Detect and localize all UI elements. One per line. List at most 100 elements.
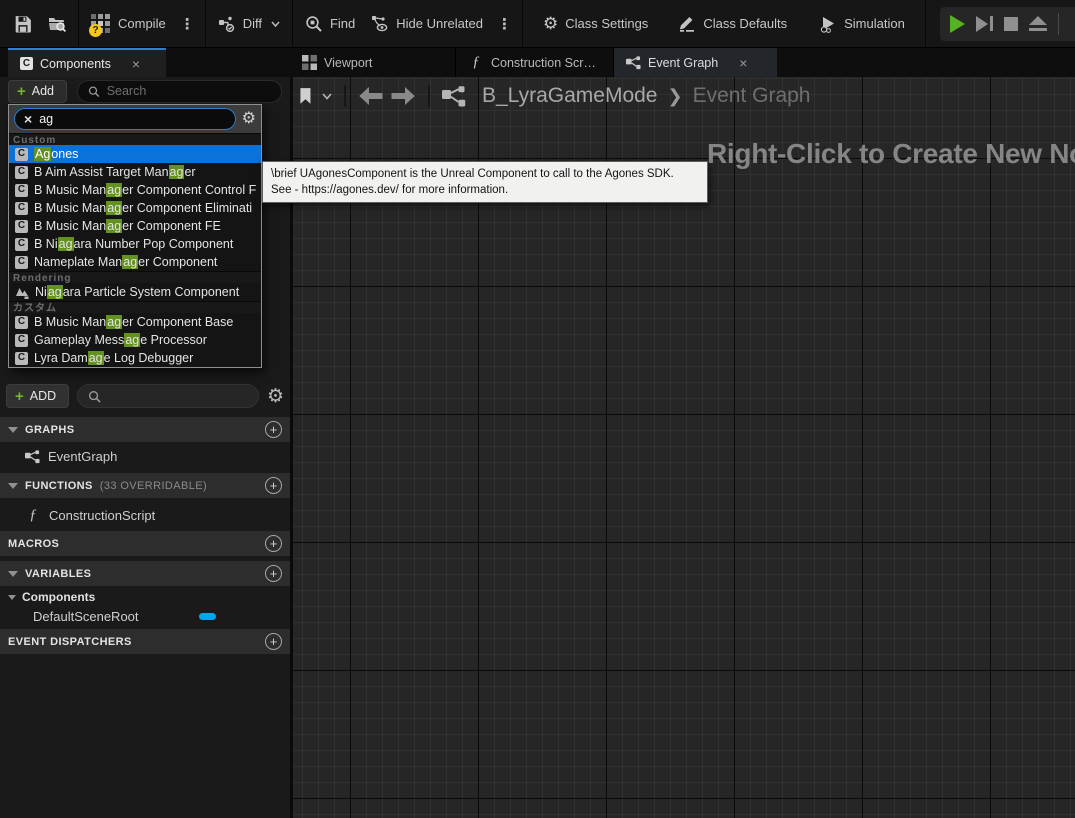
graph-tabbar: Viewport ƒ Construction Scr… Event Graph… xyxy=(290,48,1075,77)
event-dispatchers-header-label: EVENT DISPATCHERS xyxy=(8,636,132,648)
hide-unrelated-button[interactable]: Hide Unrelated xyxy=(363,9,491,39)
result-item-label: B Niagara Number Pop Component xyxy=(34,237,233,251)
dropdown-result-item[interactable]: CAgones xyxy=(9,145,261,163)
browse-button[interactable] xyxy=(40,9,74,39)
tab-construction-script[interactable]: ƒ Construction Scr… xyxy=(456,48,613,77)
graph-toolbar-separator xyxy=(428,85,430,107)
class-settings-button[interactable]: ⚙ Class Settings xyxy=(535,9,656,38)
event-graph-tab-label: Event Graph xyxy=(648,56,718,70)
diff-label: Diff xyxy=(243,16,262,31)
component-class-icon: C xyxy=(15,238,28,251)
viewport-tab-label: Viewport xyxy=(324,56,372,70)
chevron-down-icon[interactable] xyxy=(322,93,332,100)
left-tabbar: C Components × xyxy=(0,48,290,77)
variable-default-scene-root[interactable]: DefaultSceneRoot xyxy=(0,606,290,626)
my-blueprint-add-row: + ADD ⚙ xyxy=(0,381,290,411)
breadcrumb-current-graph[interactable]: Event Graph xyxy=(693,84,811,108)
dropdown-result-item[interactable]: CGameplay Message Processor xyxy=(9,331,261,349)
search-match-highlight: ag xyxy=(106,201,122,215)
variables-components-group[interactable]: Components xyxy=(0,588,290,606)
section-functions[interactable]: FUNCTIONS (33 OVERRIDABLE) + xyxy=(0,473,290,498)
play-button[interactable] xyxy=(950,15,965,33)
back-arrow-icon[interactable] xyxy=(358,87,383,105)
dropdown-result-item[interactable]: CLyra Damage Log Debugger xyxy=(9,349,261,367)
play-controls: ⋮ xyxy=(940,7,1075,41)
components-search-input[interactable] xyxy=(107,84,271,98)
dropdown-search-box[interactable]: × xyxy=(14,108,236,130)
collapse-arrow-icon[interactable] xyxy=(8,571,18,577)
toolbar-separator xyxy=(522,0,523,48)
close-tab-icon[interactable]: × xyxy=(132,56,140,72)
function-icon: ƒ xyxy=(25,507,41,524)
result-item-label: B Music Manager Component FE xyxy=(34,219,221,233)
dropdown-group-header: カスタム xyxy=(9,301,261,313)
add-event-dispatcher-button[interactable]: + xyxy=(265,633,282,650)
play-options-kebab[interactable]: ⋮ xyxy=(1070,15,1075,33)
main-toolbar: ? Compile ⋮ Diff Find xyxy=(0,0,1075,48)
construction-script-item[interactable]: ƒ ConstructionScript xyxy=(0,502,290,528)
dropdown-result-item[interactable]: CB Music Manager Component Eliminati xyxy=(9,199,261,217)
dropdown-result-item[interactable]: C B Niagara Number Pop Component xyxy=(9,235,261,253)
tab-components[interactable]: C Components × xyxy=(8,48,166,77)
my-blueprint-search-box[interactable] xyxy=(77,384,259,408)
variable-type-pill[interactable] xyxy=(199,613,216,620)
section-graphs[interactable]: GRAPHS + xyxy=(0,417,290,442)
compile-options-kebab[interactable]: ⋮ xyxy=(174,15,201,33)
dropdown-result-item[interactable]: CB Music Manager Component Base xyxy=(9,313,261,331)
dropdown-result-item[interactable]: Niagara Particle System Component xyxy=(9,283,261,301)
components-tab-label: Components xyxy=(40,57,111,71)
hide-unrelated-options-kebab[interactable]: ⋮ xyxy=(491,15,518,33)
dropdown-settings-gear-icon[interactable]: ⚙ xyxy=(242,111,256,127)
collapse-arrow-icon[interactable] xyxy=(8,427,18,433)
add-macro-button[interactable]: + xyxy=(265,535,282,552)
add-function-button[interactable]: + xyxy=(265,477,282,494)
add-variable-button[interactable]: + xyxy=(265,565,282,582)
class-defaults-button[interactable]: Class Defaults xyxy=(670,9,795,39)
search-match-highlight: ag xyxy=(106,183,122,197)
component-class-icon: C xyxy=(15,316,28,329)
toolbar-separator xyxy=(205,0,206,48)
stop-button[interactable] xyxy=(1004,17,1018,31)
breadcrumb-blueprint-name[interactable]: B_LyraGameMode xyxy=(482,84,657,108)
frame-skip-button[interactable] xyxy=(976,16,993,32)
compile-button[interactable]: ? Compile xyxy=(83,8,174,40)
result-item-label: Lyra Damage Log Debugger xyxy=(34,351,193,365)
browse-asset-icon xyxy=(48,15,66,33)
section-macros[interactable]: MACROS + xyxy=(0,531,290,556)
search-icon xyxy=(88,390,101,403)
section-variables[interactable]: VARIABLES + xyxy=(0,561,290,586)
dropdown-results-list: CustomCAgonesCB Aim Assist Target Manage… xyxy=(9,133,261,367)
dropdown-result-item[interactable]: CB Aim Assist Target Manager xyxy=(9,163,261,181)
simulation-button[interactable]: Simulation xyxy=(811,9,913,39)
close-tab-icon[interactable]: × xyxy=(739,55,747,71)
forward-arrow-icon[interactable] xyxy=(391,87,416,105)
tab-viewport[interactable]: Viewport xyxy=(290,48,455,77)
dropdown-result-item[interactable]: CB Music Manager Component Control F xyxy=(9,181,261,199)
dropdown-result-item[interactable]: CB Music Manager Component FE xyxy=(9,217,261,235)
collapse-arrow-icon[interactable] xyxy=(8,595,16,600)
my-blueprint-settings-gear-icon[interactable]: ⚙ xyxy=(267,387,284,406)
dropdown-search-input[interactable] xyxy=(39,112,225,126)
clear-search-icon[interactable]: × xyxy=(24,112,32,126)
event-graph-item[interactable]: EventGraph xyxy=(0,443,290,469)
simulation-label: Simulation xyxy=(844,16,905,31)
section-event-dispatchers[interactable]: EVENT DISPATCHERS + xyxy=(0,629,290,654)
find-button[interactable]: Find xyxy=(297,9,363,39)
event-graph-item-label: EventGraph xyxy=(48,449,117,464)
eject-button[interactable] xyxy=(1029,16,1047,31)
component-class-icon: C xyxy=(15,256,28,269)
components-search-box[interactable] xyxy=(77,80,282,103)
dropdown-group-header: Custom xyxy=(9,133,261,145)
collapse-arrow-icon[interactable] xyxy=(8,483,18,489)
bookmark-icon[interactable] xyxy=(298,87,314,106)
my-blueprint-add-button[interactable]: + ADD xyxy=(6,384,69,408)
save-button[interactable] xyxy=(6,9,40,39)
graph-icon xyxy=(442,84,466,108)
diff-button[interactable]: Diff xyxy=(210,9,288,39)
tab-event-graph[interactable]: Event Graph × xyxy=(614,48,777,77)
search-match-highlight: ag xyxy=(169,165,185,179)
dropdown-result-item[interactable]: CNameplate Manager Component xyxy=(9,253,261,271)
variables-header-label: VARIABLES xyxy=(25,568,91,580)
add-component-button[interactable]: + Add xyxy=(8,80,67,103)
add-graph-button[interactable]: + xyxy=(265,421,282,438)
